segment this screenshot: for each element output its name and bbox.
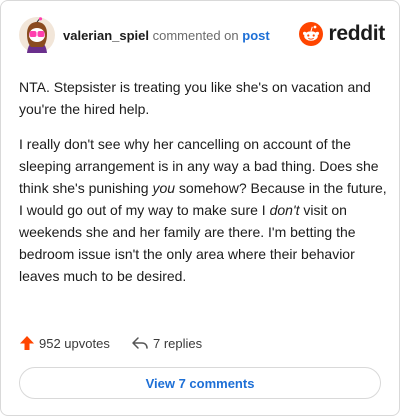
snoo-avatar-icon xyxy=(19,17,55,53)
commented-on-label: commented on xyxy=(152,28,239,43)
comment-card: valerian_spiel commented on post reddit … xyxy=(0,0,400,416)
comment-header: valerian_spiel commented on post reddit xyxy=(19,17,385,53)
reddit-logo-icon xyxy=(299,22,324,46)
post-link[interactable]: post xyxy=(242,28,269,43)
comment-footer: 952 upvotes 7 replies xyxy=(19,333,379,353)
comment-paragraph: NTA. Stepsister is treating you like she… xyxy=(19,76,389,120)
reddit-brand[interactable]: reddit xyxy=(299,19,385,49)
emphasis-text: don't xyxy=(269,202,300,218)
upvote-button[interactable]: 952 upvotes xyxy=(19,333,110,353)
comment-meta: valerian_spiel commented on post xyxy=(63,28,270,43)
replies-button[interactable]: 7 replies xyxy=(131,333,202,353)
emphasis-text: you xyxy=(152,180,176,196)
upvote-arrow-icon xyxy=(20,336,34,350)
brand-name: reddit xyxy=(328,22,385,45)
reply-count: 7 replies xyxy=(153,335,203,351)
comment-body: NTA. Stepsister is treating you like she… xyxy=(19,76,389,300)
username-link[interactable]: valerian_spiel xyxy=(63,28,149,43)
reply-arrow-icon xyxy=(132,337,148,349)
comment-paragraph: I really don't see why her cancelling on… xyxy=(19,133,389,287)
view-comments-button[interactable]: View 7 comments xyxy=(19,367,381,399)
comment-text: NTA. Stepsister is treating you like she… xyxy=(19,79,371,117)
upvote-count: 952 upvotes xyxy=(39,335,110,351)
avatar[interactable] xyxy=(19,17,55,53)
